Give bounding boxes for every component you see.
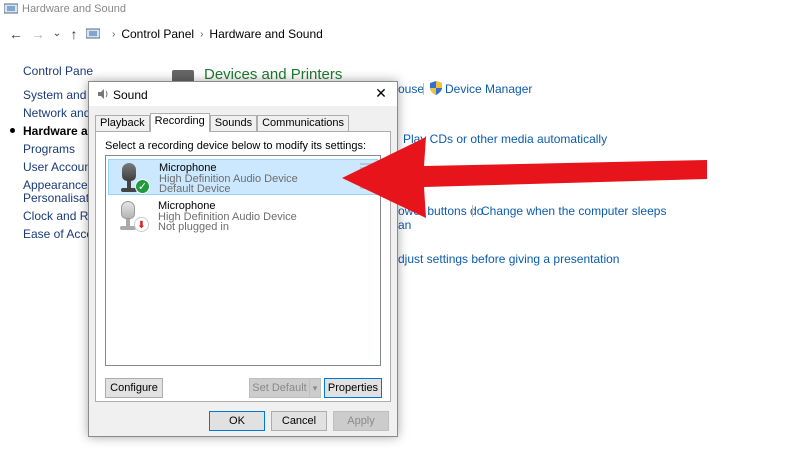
chevron-right-icon: › [200, 28, 204, 40]
configure-button[interactable]: Configure [105, 378, 163, 398]
link-separator [423, 83, 424, 95]
window-titlebar: Hardware and Sound [0, 0, 800, 20]
autoplay-link[interactable]: Play CDs or other media automatically [403, 132, 607, 146]
sidebar-item-control-panel-home[interactable]: Control Panel Home [23, 62, 93, 86]
window-title: Hardware and Sound [22, 3, 126, 15]
dialog-title: Sound [113, 88, 148, 102]
set-default-button: Set Default [249, 378, 310, 398]
sidebar-item-clock-and-region[interactable]: Clock and Region [23, 207, 93, 225]
tab-communications[interactable]: Communications [257, 115, 350, 131]
up-arrow-icon[interactable]: ↑ [66, 26, 82, 42]
breadcrumb: › Control Panel › Hardware and Sound [86, 27, 323, 41]
active-indicator [10, 128, 15, 133]
device-status: Not plugged in [158, 221, 229, 233]
sidebar-item-network-and-internet[interactable]: Network and Internet [23, 104, 93, 122]
recording-tab-panel: Select a recording device below to modif… [95, 131, 391, 402]
tab-recording[interactable]: Recording [149, 113, 210, 132]
presentation-settings-link[interactable]: djust settings before giving a presentat… [398, 252, 619, 266]
recording-device-list[interactable]: ✓ Microphone High Definition Audio Devic… [105, 155, 381, 366]
properties-button[interactable]: Properties [324, 378, 382, 398]
tab-playback[interactable]: Playback [95, 115, 150, 131]
level-meter [360, 163, 374, 193]
recent-locations-chevron-icon[interactable]: ⌄ [49, 26, 65, 42]
sidebar-item-programs[interactable]: Programs [23, 140, 93, 158]
breadcrumb-control-panel[interactable]: Control Panel [121, 27, 194, 41]
checkmark-icon: ✓ [135, 179, 150, 194]
sidebar-item-personalisation[interactable]: Personalisation [23, 189, 93, 207]
dialog-titlebar: Sound ✕ [89, 82, 397, 106]
shield-icon [430, 81, 442, 95]
power-plan-link[interactable]: an [398, 218, 411, 232]
control-panel-icon [4, 3, 18, 14]
mouse-link[interactable]: ouse [398, 82, 424, 96]
device-status: Default Device [159, 183, 231, 195]
sidebar: Control Panel Home System and Security N… [23, 62, 93, 243]
tab-sounds[interactable]: Sounds [209, 115, 258, 131]
sidebar-item-system-and-security[interactable]: System and Security [23, 86, 93, 104]
speaker-icon [98, 89, 108, 99]
link-separator [472, 205, 473, 217]
forward-arrow-icon[interactable]: → [30, 26, 46, 42]
dialog-tabs: Playback Recording Sounds Communications [95, 113, 350, 132]
apply-button: Apply [333, 411, 389, 431]
set-default-dropdown-icon: ▾ [309, 378, 321, 398]
sound-devices-link[interactable]: es [500, 168, 513, 182]
computer-sleeps-link[interactable]: Change when the computer sleeps [481, 204, 666, 218]
breadcrumb-hardware-and-sound[interactable]: Hardware and Sound [209, 27, 322, 41]
device-list-item[interactable]: ✓ Microphone High Definition Audio Devic… [108, 159, 378, 195]
device-manager-link[interactable]: Device Manager [445, 82, 532, 96]
device-list-item[interactable]: ⬇ Microphone High Definition Audio Devic… [108, 198, 378, 234]
chevron-right-icon: › [112, 28, 116, 40]
sidebar-item-hardware-and-sound[interactable]: Hardware and Sound [23, 122, 93, 140]
sidebar-item-ease-of-access[interactable]: Ease of Access [23, 225, 93, 243]
sidebar-item-user-accounts[interactable]: User Accounts [23, 158, 93, 176]
cancel-button[interactable]: Cancel [271, 411, 327, 431]
back-arrow-icon[interactable]: ← [8, 26, 24, 42]
power-buttons-link[interactable]: ower buttons do [398, 204, 483, 218]
address-bar: ← → ⌄ ↑ › Control Panel › Hardware and S… [0, 22, 800, 46]
unplugged-icon: ⬇ [134, 217, 149, 232]
close-icon[interactable]: ✕ [373, 85, 389, 101]
ok-button[interactable]: OK [209, 411, 265, 431]
instruction-text: Select a recording device below to modif… [105, 140, 367, 152]
sound-dialog: Sound ✕ Playback Recording Sounds Commun… [88, 81, 398, 437]
control-panel-icon [86, 28, 100, 39]
